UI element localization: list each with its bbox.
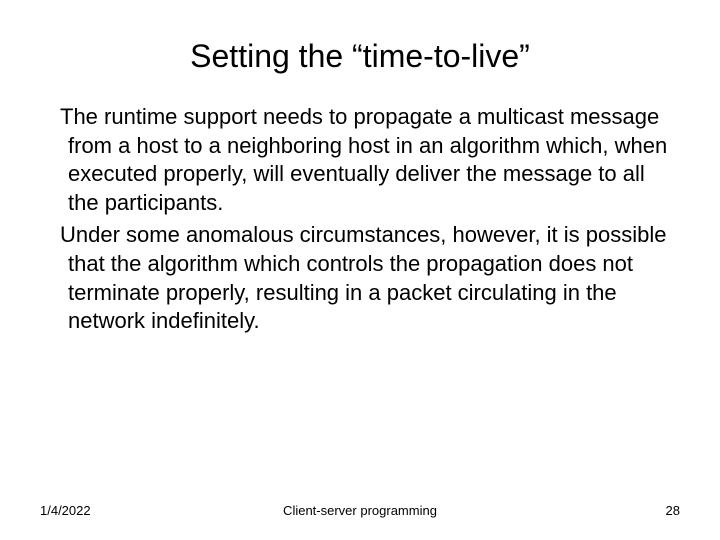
slide-body: The runtime support needs to propagate a… — [40, 103, 680, 336]
slide: Setting the “time-to-live” The runtime s… — [0, 0, 720, 540]
footer-page-number: 28 — [666, 503, 680, 518]
slide-footer: 1/4/2022 Client-server programming 28 — [0, 503, 720, 518]
paragraph-1: The runtime support needs to propagate a… — [50, 103, 670, 217]
footer-date: 1/4/2022 — [40, 503, 91, 518]
slide-title: Setting the “time-to-live” — [40, 38, 680, 75]
footer-center: Client-server programming — [283, 503, 437, 518]
paragraph-2: Under some anomalous circumstances, howe… — [50, 221, 670, 335]
